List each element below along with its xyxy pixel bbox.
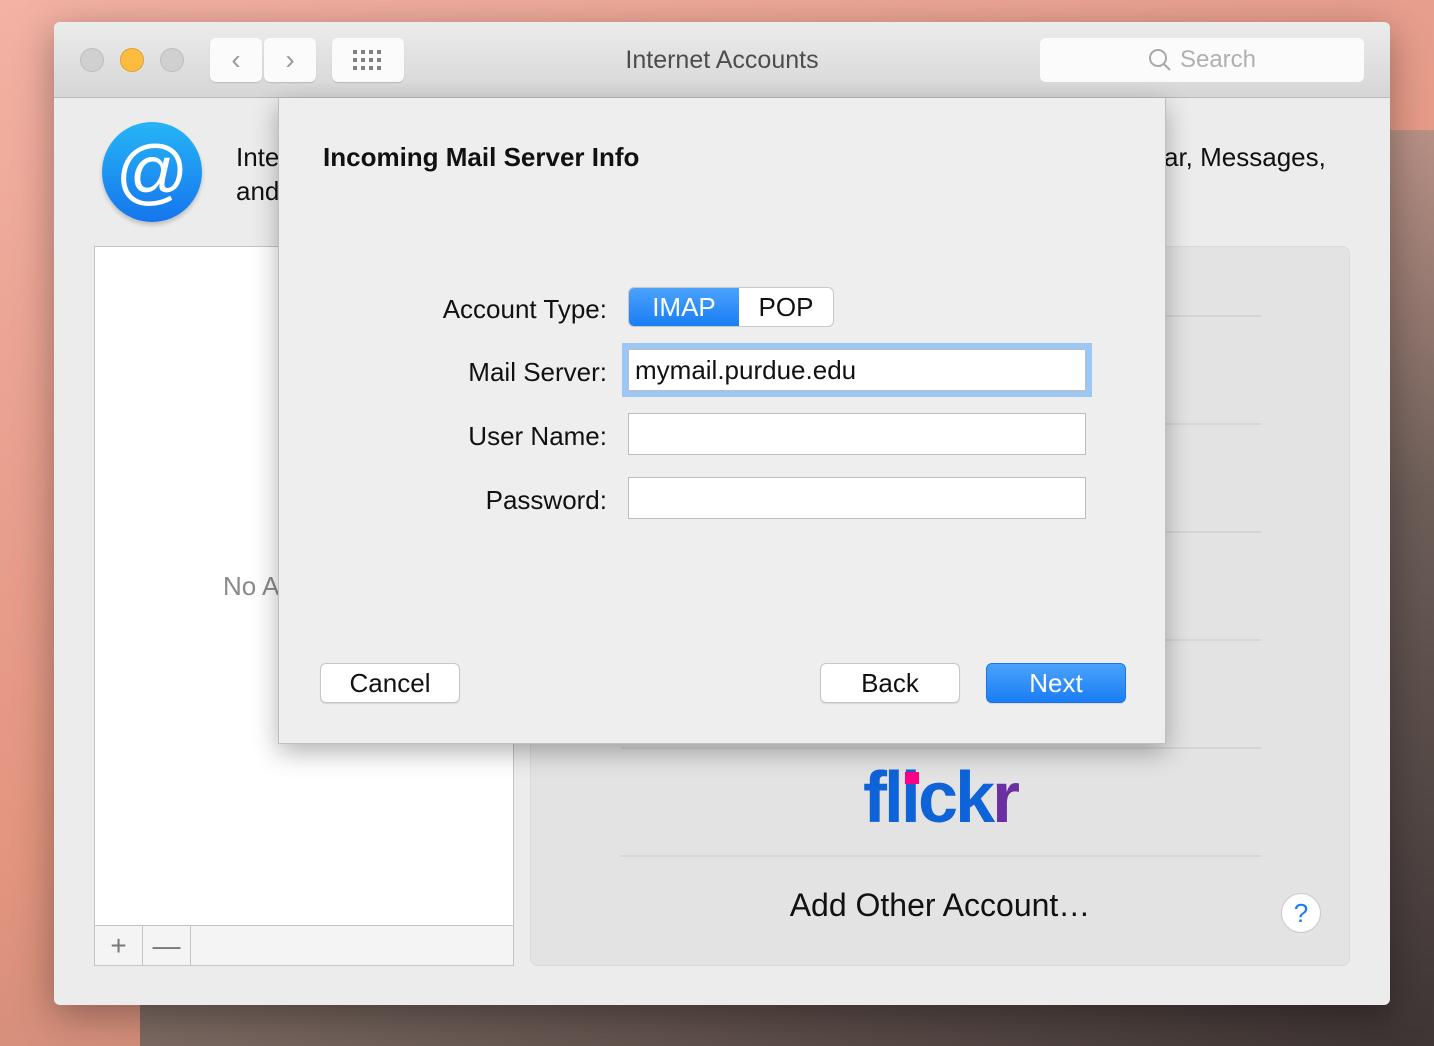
titlebar: ‹ › Internet Accounts Search xyxy=(54,22,1390,98)
password-input[interactable] xyxy=(628,477,1086,519)
internet-accounts-at-icon: @ xyxy=(102,122,202,222)
help-button[interactable]: ? xyxy=(1281,893,1321,933)
next-button[interactable]: Next xyxy=(986,663,1126,703)
account-type-label: Account Type: xyxy=(442,294,607,324)
incoming-mail-server-dialog: Incoming Mail Server Info Account Type: … xyxy=(278,98,1166,744)
add-account-button[interactable]: + xyxy=(95,926,143,965)
flickr-provider-logo[interactable]: fli ckr xyxy=(531,757,1349,839)
header-text-line2: and xyxy=(236,176,280,206)
add-other-account-button[interactable]: Add Other Account… xyxy=(531,887,1349,924)
segment-imap[interactable]: IMAP xyxy=(629,288,739,326)
search-placeholder: Search xyxy=(1179,46,1257,73)
remove-account-button[interactable]: — xyxy=(143,926,191,965)
cancel-button[interactable]: Cancel xyxy=(320,663,460,703)
user-name-input[interactable] xyxy=(628,413,1086,455)
mail-server-input[interactable] xyxy=(628,349,1086,391)
list-toolbar: + — xyxy=(95,925,513,965)
back-button[interactable]: Back xyxy=(820,663,960,703)
segment-pop[interactable]: POP xyxy=(739,288,833,326)
mail-server-label: Mail Server: xyxy=(468,357,607,387)
desktop-wallpaper-edge xyxy=(1390,130,1434,1046)
user-name-label: User Name: xyxy=(468,421,607,451)
password-label: Password: xyxy=(485,485,607,515)
account-type-segmented-control: IMAP POP xyxy=(628,287,834,327)
no-accounts-text: No A xyxy=(223,571,280,601)
search-icon xyxy=(1148,49,1171,71)
divider xyxy=(621,855,1261,857)
header-text-right: ar, Messages, xyxy=(1164,142,1326,172)
dialog-title: Incoming Mail Server Info xyxy=(323,142,640,172)
header-text-line1: Inte xyxy=(236,142,280,172)
search-field[interactable]: Search xyxy=(1040,38,1364,82)
divider xyxy=(621,747,1261,749)
